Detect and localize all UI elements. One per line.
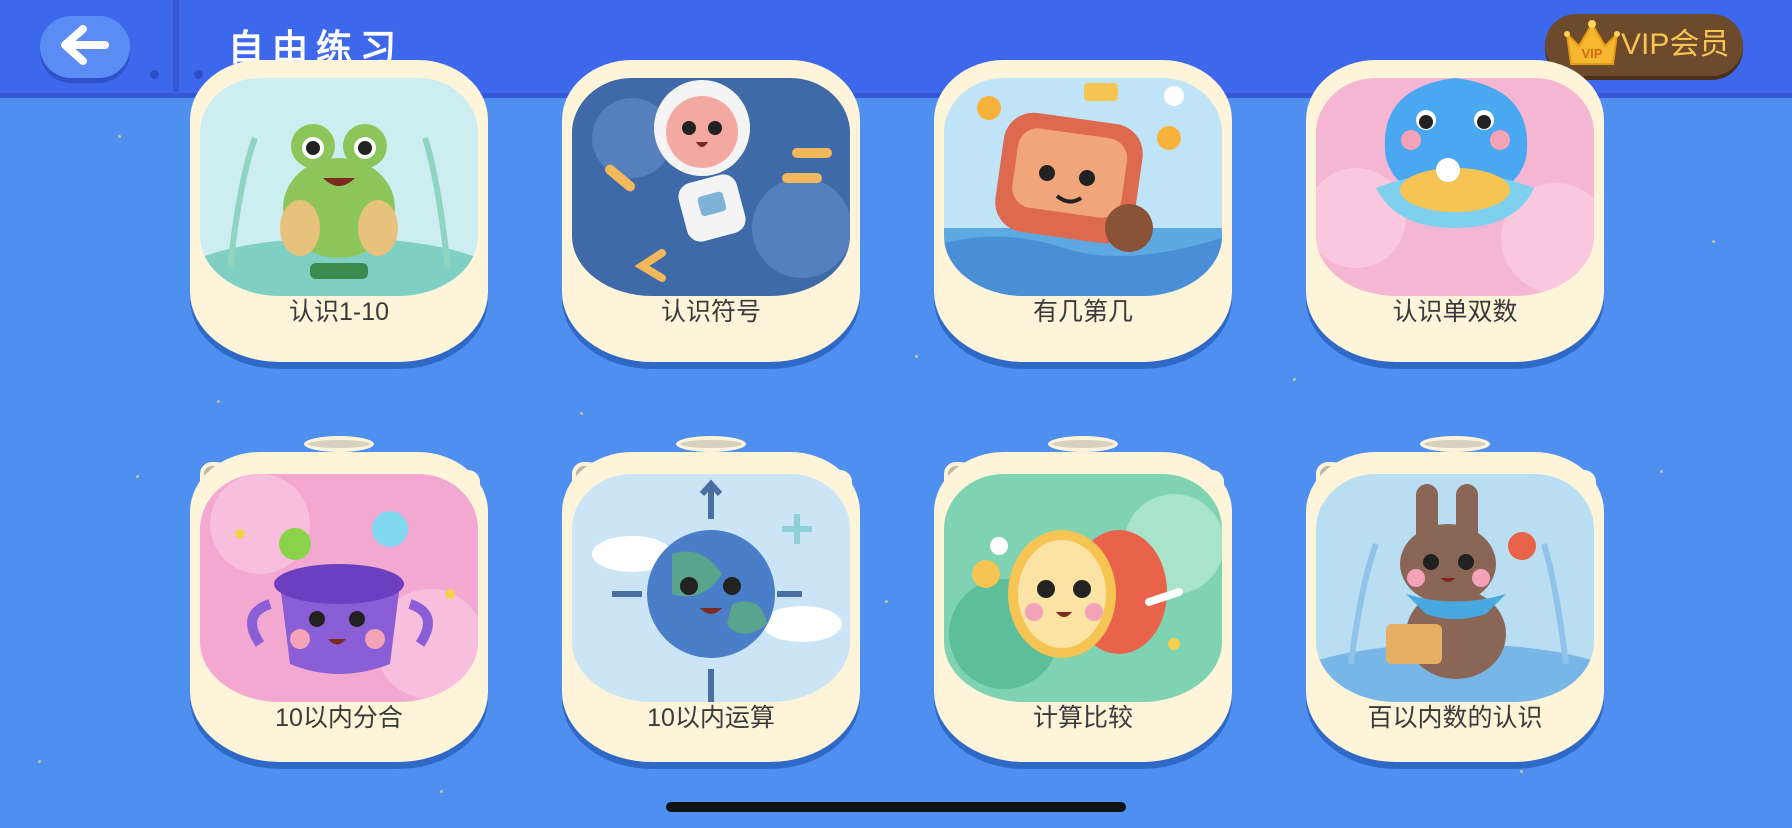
lesson-label: 认识1-10 — [288, 298, 390, 326]
lesson-card[interactable]: 百以内数的认识 — [1306, 434, 1604, 774]
lesson-label: 10以内运算 — [647, 704, 775, 732]
home-indicator[interactable] — [666, 802, 1126, 812]
decor-dot — [150, 70, 159, 79]
earth-icon — [572, 474, 850, 702]
header-divider — [173, 0, 179, 92]
vip-badge: VIP — [1582, 46, 1603, 61]
lesson-label: 认识符号 — [660, 298, 761, 326]
astronaut-icon — [572, 78, 850, 296]
lesson-card[interactable]: 认识符号 — [562, 60, 860, 370]
arrow-left-icon — [61, 24, 109, 70]
drum-icon — [944, 474, 1222, 702]
frog-icon — [200, 78, 478, 296]
lesson-label: 计算比较 — [1032, 704, 1133, 732]
lesson-card[interactable]: 有几第几 — [934, 60, 1232, 370]
lesson-label: 认识单双数 — [1392, 298, 1518, 326]
lesson-card[interactable]: 认识单双数 — [1306, 60, 1604, 370]
lesson-card[interactable]: 认识1-10 — [190, 60, 488, 370]
lesson-label: 百以内数的认识 — [1367, 704, 1543, 732]
lesson-card[interactable]: 10以内分合 — [190, 434, 488, 774]
robot-train-icon — [944, 78, 1222, 296]
lesson-card[interactable]: 计算比较 — [934, 434, 1232, 774]
rabbit-icon — [1316, 474, 1594, 702]
back-button[interactable] — [40, 16, 130, 78]
vip-label: VIP会员 — [1621, 28, 1730, 61]
pearl-shell-icon — [1316, 78, 1594, 296]
lesson-card[interactable]: 10以内运算 — [562, 434, 860, 774]
lesson-label: 有几第几 — [1032, 298, 1133, 326]
lesson-label: 10以内分合 — [275, 704, 403, 732]
cauldron-icon — [200, 474, 478, 702]
